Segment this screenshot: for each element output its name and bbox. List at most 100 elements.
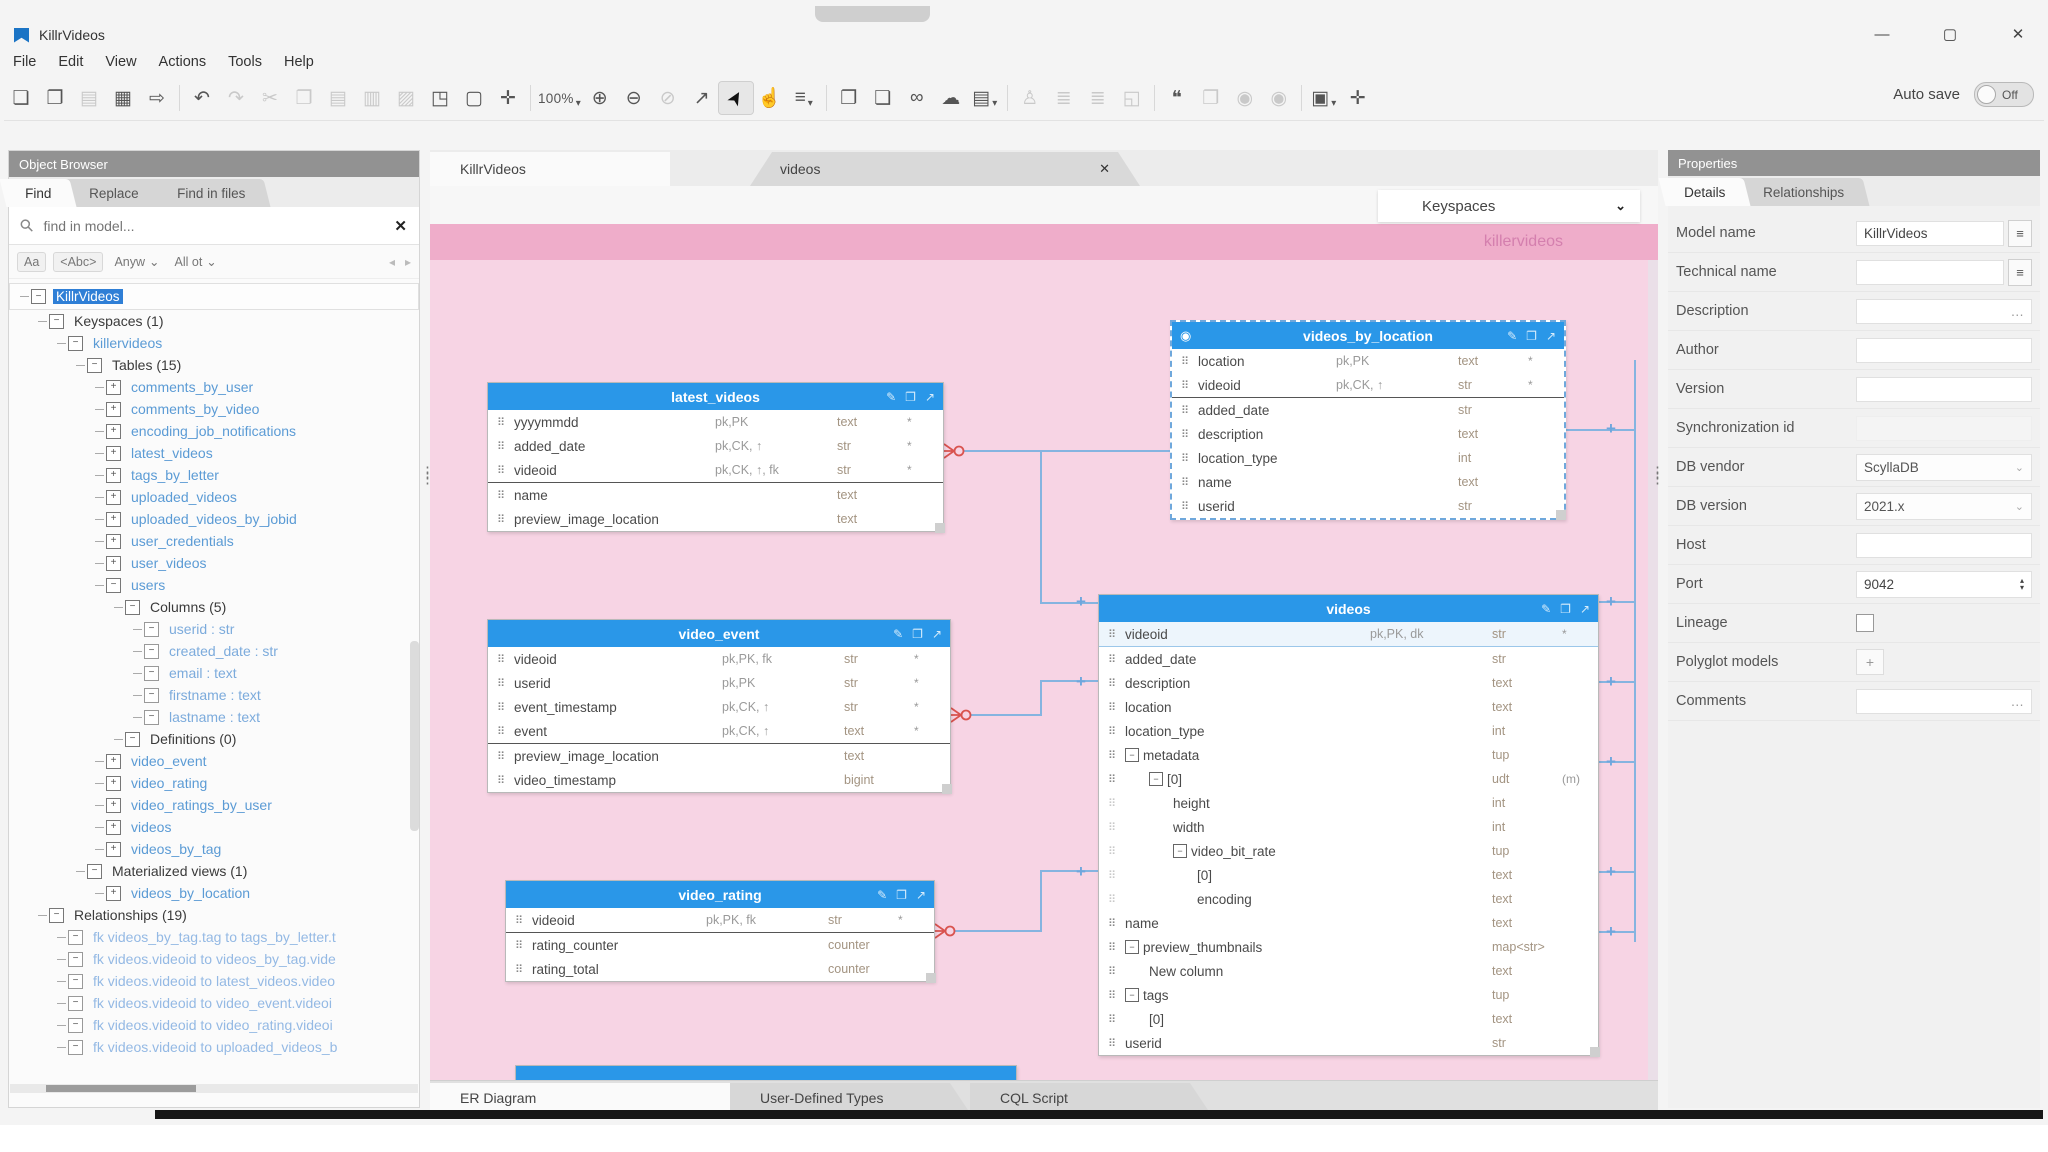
scrollbar-thumb[interactable] xyxy=(46,1085,196,1092)
clear-search-icon[interactable]: ✕ xyxy=(394,217,407,235)
tree-item[interactable]: −fk videos.videoid to latest_videos.vide… xyxy=(9,970,419,992)
tree-item[interactable]: −fk videos.videoid to videos_by_tag.vide xyxy=(9,948,419,970)
property-input[interactable]: KillrVideos xyxy=(1856,221,2004,246)
jump-icon[interactable]: ↗ xyxy=(1546,329,1556,343)
keyspaces-dropdown[interactable]: Keyspaces ⌄ xyxy=(1378,190,1640,222)
table-header[interactable]: video_rating✎❐↗ xyxy=(506,881,934,908)
drag-handle-icon[interactable]: ⠿ xyxy=(1099,701,1125,714)
table-resize-handle[interactable] xyxy=(1590,1047,1600,1057)
table-resize-handle[interactable] xyxy=(942,784,952,794)
tree-item[interactable]: +video_rating xyxy=(9,772,419,794)
tree-item[interactable]: −killervideos xyxy=(9,332,419,354)
drag-handle-icon[interactable]: ⠿ xyxy=(1099,677,1125,690)
collapse-minus-icon[interactable]: − xyxy=(1125,748,1139,762)
resize-button[interactable]: ↗ xyxy=(685,82,719,114)
column-row[interactable]: ⠿preview_image_locationtext xyxy=(488,743,950,768)
tree-item[interactable]: −fk videos_by_tag.tag to tags_by_letter.… xyxy=(9,926,419,948)
drag-handle-icon[interactable]: ⠿ xyxy=(488,653,514,666)
whole-word-button[interactable]: <Abc> xyxy=(53,252,103,272)
collapse-minus-icon[interactable]: − xyxy=(49,908,64,923)
drag-handle-icon[interactable]: ⠿ xyxy=(1099,653,1125,666)
table-header[interactable]: videos✎❐↗ xyxy=(1099,595,1598,622)
match-case-button[interactable]: Aa xyxy=(17,252,46,272)
drag-handle-icon[interactable]: ⠿ xyxy=(488,440,514,453)
minimize-button[interactable]: — xyxy=(1862,20,1902,48)
column-row[interactable]: ⠿videoidpk,CK, ↑, fkstr* xyxy=(488,458,943,482)
doc-tab-videos[interactable]: videos✕ xyxy=(750,152,1140,186)
jump-icon[interactable]: ↗ xyxy=(932,627,942,641)
new-model-button[interactable]: ❏ xyxy=(4,82,38,114)
close-tab-icon[interactable]: ✕ xyxy=(1099,161,1110,177)
tree-item[interactable]: +videos_by_location xyxy=(9,882,419,904)
tree-item[interactable]: −Columns (5) xyxy=(9,596,419,618)
column-row[interactable]: ⠿[0]text xyxy=(1099,1007,1598,1031)
property-input[interactable] xyxy=(1856,377,2032,402)
drag-handle-icon[interactable]: ⠿ xyxy=(1172,404,1198,417)
tree-item[interactable]: +user_credentials xyxy=(9,530,419,552)
expand-plus-icon[interactable]: + xyxy=(106,446,121,461)
drag-handle-icon[interactable]: ⠿ xyxy=(1172,355,1198,368)
zoom-level-button[interactable]: 100%▾ xyxy=(536,82,583,114)
tree-item[interactable]: +uploaded_videos xyxy=(9,486,419,508)
tree-vertical-scrollbar[interactable] xyxy=(410,641,419,831)
edit-icon[interactable]: ✎ xyxy=(886,390,896,404)
menu-file[interactable]: File xyxy=(2,54,47,70)
edit-icon[interactable]: ✎ xyxy=(877,888,887,902)
er-table-partial[interactable] xyxy=(515,1065,1017,1080)
property-select[interactable]: 2021.x⌄ xyxy=(1856,493,2032,520)
reverse-engineer-button[interactable]: ☁ xyxy=(934,82,968,114)
tree-item[interactable]: −lastname : text xyxy=(9,706,419,728)
fit-screen-button[interactable]: ✛ xyxy=(491,82,525,114)
collapse-minus-icon[interactable]: − xyxy=(49,314,64,329)
prev-match-icon[interactable]: ◂ xyxy=(389,255,395,269)
column-row[interactable]: ⠿useridstr xyxy=(1172,494,1564,518)
tree-item[interactable]: +encoding_job_notifications xyxy=(9,420,419,442)
collapse-minus-icon[interactable]: − xyxy=(144,622,159,637)
column-row[interactable]: ⠿yyyymmddpk,PKtext* xyxy=(488,410,943,434)
tree-item[interactable]: −fk videos.videoid to video_event.videoi xyxy=(9,992,419,1014)
collapse-minus-icon[interactable]: − xyxy=(68,1018,83,1033)
drag-handle-icon[interactable]: ⠿ xyxy=(1099,989,1125,1002)
find-tab-replace[interactable]: Replace xyxy=(64,179,165,207)
drag-handle-icon[interactable]: ⠿ xyxy=(1099,893,1125,906)
tree-item[interactable]: −firstname : text xyxy=(9,684,419,706)
property-select[interactable]: ScyllaDB⌄ xyxy=(1856,454,2032,481)
collapse-minus-icon[interactable]: − xyxy=(1173,844,1187,858)
tree-item[interactable]: +comments_by_video xyxy=(9,398,419,420)
tree-item[interactable]: −created_date : str xyxy=(9,640,419,662)
drag-handle-icon[interactable]: ⠿ xyxy=(1172,476,1198,489)
preview-button[interactable]: ◳ xyxy=(423,82,457,114)
tree-item[interactable]: +video_event xyxy=(9,750,419,772)
table-header[interactable] xyxy=(516,1066,1016,1080)
column-row[interactable]: ⠿−tagstup xyxy=(1099,983,1598,1007)
column-row[interactable]: ⠿location_typeint xyxy=(1172,446,1564,470)
lines-icon[interactable]: ≡ xyxy=(2008,259,2032,286)
drag-handle-icon[interactable]: ⠿ xyxy=(488,725,514,738)
drag-handle-icon[interactable]: ⠿ xyxy=(488,774,514,787)
add-relationship-button[interactable]: ∞ xyxy=(900,82,934,114)
column-row[interactable]: ⠿−video_bit_ratetup xyxy=(1099,839,1598,863)
tree-horizontal-scrollbar[interactable] xyxy=(10,1084,418,1093)
drag-handle-icon[interactable]: ⠿ xyxy=(488,513,514,526)
bottom-scrollbar[interactable] xyxy=(155,1110,2043,1119)
tree-item[interactable]: −KillrVideos xyxy=(9,283,419,310)
tree-item[interactable]: −email : text xyxy=(9,662,419,684)
close-button[interactable]: ✕ xyxy=(1998,20,2038,48)
tree-item[interactable]: +comments_by_user xyxy=(9,376,419,398)
drag-handle-icon[interactable]: ⠿ xyxy=(506,914,532,927)
zoom-out-button[interactable]: ⊖ xyxy=(617,82,651,114)
collapse-minus-icon[interactable]: − xyxy=(144,644,159,659)
maximize-button[interactable]: ▢ xyxy=(1930,20,1970,48)
table-header[interactable]: video_event✎❐↗ xyxy=(488,620,950,647)
right-splitter-handle[interactable]: ⋮⋮ xyxy=(1650,470,1658,482)
ellipsis-icon[interactable]: … xyxy=(2011,304,2025,319)
tree-item[interactable]: −Tables (15) xyxy=(9,354,419,376)
tree-item[interactable]: −fk videos.videoid to uploaded_videos_b xyxy=(9,1036,419,1058)
collapse-minus-icon[interactable]: − xyxy=(31,289,46,304)
collapse-minus-icon[interactable]: − xyxy=(106,578,121,593)
next-match-icon[interactable]: ▸ xyxy=(405,255,411,269)
column-row[interactable]: ⠿New columntext xyxy=(1099,959,1598,983)
jump-icon[interactable]: ↗ xyxy=(1580,602,1590,616)
column-row[interactable]: ⠿added_datestr xyxy=(1172,397,1564,422)
column-row[interactable]: ⠿descriptiontext xyxy=(1099,671,1598,695)
